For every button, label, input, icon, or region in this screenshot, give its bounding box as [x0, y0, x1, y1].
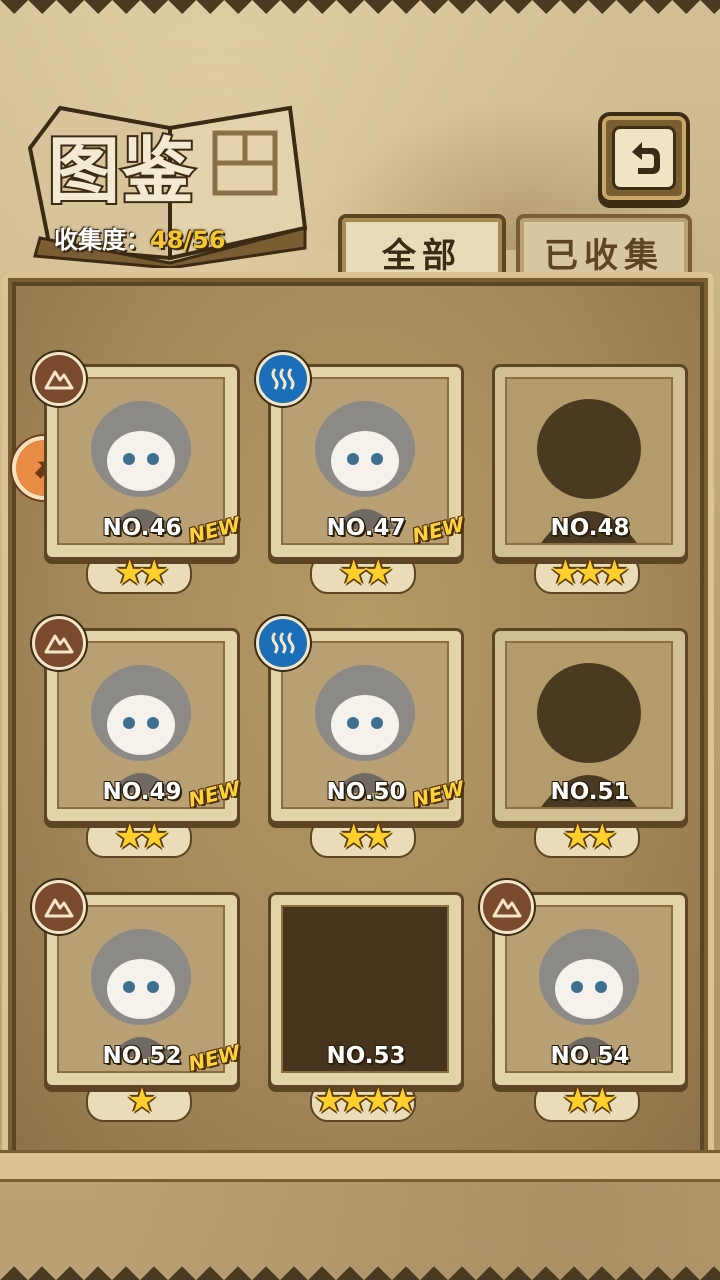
card-frame: NO.53: [268, 892, 464, 1088]
collection-card[interactable]: NO.50 NEW ★★: [256, 616, 467, 858]
card-number: NO.51: [550, 779, 630, 805]
collection-progress: 收集度：48/56: [54, 220, 226, 255]
water-attribute-icon: [256, 352, 310, 406]
star-rating: ★: [126, 1081, 157, 1121]
star-rating: ★★: [562, 1081, 618, 1121]
top-border: [0, 0, 720, 40]
bottom-border: [0, 1240, 720, 1280]
earth-attribute-icon: [32, 880, 86, 934]
collection-card[interactable]: NO.47 NEW ★★: [256, 352, 467, 594]
collection-label: 收集度：: [54, 226, 150, 254]
card-frame: NO.48: [492, 364, 688, 560]
star-rating: ★★★★: [314, 1081, 418, 1121]
card-number: NO.54: [550, 1043, 630, 1069]
earth-attribute-icon: [480, 880, 534, 934]
star-rating: ★★: [338, 817, 394, 857]
back-button-face: [612, 126, 676, 190]
card-frame: NO.51: [492, 628, 688, 824]
collection-value: 48/56: [150, 226, 226, 254]
card-number: NO.48: [550, 515, 630, 541]
card-number: NO.53: [326, 1043, 406, 1069]
star-rating: ★★: [338, 553, 394, 593]
collection-card[interactable]: NO.49 NEW ★★: [32, 616, 243, 858]
collection-card[interactable]: NO.53 ★★★★: [268, 892, 464, 1122]
panel-bottom-bar: [0, 1150, 720, 1182]
page-title: 图鉴: [46, 126, 197, 215]
star-rating: ★★: [562, 817, 618, 857]
collection-card[interactable]: NO.48 ★★★: [492, 364, 688, 594]
star-rating: ★★: [114, 553, 170, 593]
earth-attribute-icon: [32, 352, 86, 406]
earth-attribute-icon: [32, 616, 86, 670]
star-rating: ★★★: [550, 553, 629, 593]
collection-card[interactable]: NO.51 ★★: [492, 628, 688, 858]
water-attribute-icon: [256, 616, 310, 670]
collection-card[interactable]: NO.46 NEW ★★: [32, 352, 243, 594]
collection-card[interactable]: NO.54 ★★: [480, 880, 688, 1122]
collection-card[interactable]: NO.52 NEW ★: [32, 880, 243, 1122]
back-button[interactable]: [598, 112, 690, 204]
back-arrow-icon: [632, 142, 660, 174]
star-rating: ★★: [114, 817, 170, 857]
